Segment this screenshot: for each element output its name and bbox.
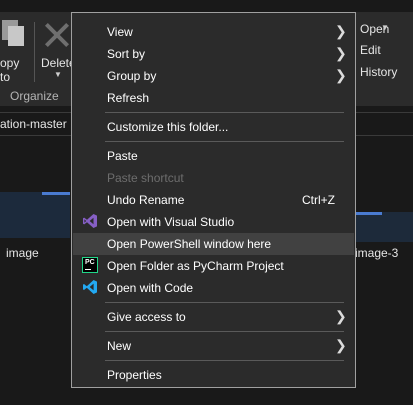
address-path: ation-master [0,117,67,131]
menu-item-label: Group by [107,69,157,83]
menu-item-paste-shortcut: Paste shortcut [73,167,354,189]
copy-to-icon[interactable] [0,20,24,48]
menu-item-view[interactable]: View ❯ [73,21,354,43]
menu-item-label: Open Folder as PyCharm Project [107,259,284,273]
menu-item-group-by[interactable]: Group by ❯ [73,65,354,87]
file-label[interactable]: image-3 [355,246,398,260]
chevron-down-icon[interactable]: ▼ [381,23,389,32]
menu-item-label: Open with Visual Studio [107,215,235,229]
chevron-down-icon[interactable]: ▼ [54,70,62,79]
context-menu: View ❯ Sort by ❯ Group by ❯ Refresh Cust… [71,12,356,388]
menu-item-label: New [107,339,132,353]
keyboard-shortcut: Ctrl+Z [302,193,335,207]
chevron-right-icon: ❯ [335,23,347,39]
menu-item-label: Sort by [107,47,146,61]
menu-item-open-visual-studio[interactable]: Open with Visual Studio [73,211,354,233]
menu-item-label: Paste shortcut [107,171,184,185]
file-label[interactable]: image [6,246,39,260]
menu-item-undo-rename[interactable]: Undo Rename Ctrl+Z [73,189,354,211]
menu-item-paste[interactable]: Paste [73,145,354,167]
menu-item-label: Undo Rename [107,193,185,207]
menu-separator [105,112,344,113]
menu-item-label: Paste [107,149,138,163]
organize-group-label: Organize [10,89,59,103]
ribbon-tab-strip [0,0,413,12]
history-button[interactable]: History [360,65,397,79]
menu-item-label: Customize this folder... [107,120,229,134]
menu-item-label: Properties [107,368,162,382]
file-thumbnail[interactable] [352,212,413,242]
menu-item-label: Open PowerShell window here [107,237,272,251]
menu-separator [105,331,344,332]
ribbon-divider [34,22,35,82]
menu-separator [105,360,344,361]
menu-item-refresh[interactable]: Refresh [73,87,354,109]
chevron-right-icon: ❯ [335,45,347,61]
chevron-right-icon: ❯ [335,308,347,324]
delete-icon[interactable] [44,22,70,48]
menu-separator [105,141,344,142]
menu-item-properties[interactable]: Properties [73,364,354,386]
menu-item-open-pycharm[interactable]: PC Open Folder as PyCharm Project [73,255,354,277]
menu-item-customize-folder[interactable]: Customize this folder... [73,116,354,138]
menu-item-open-vscode[interactable]: Open with Code [73,277,354,299]
visual-studio-icon [83,214,97,228]
menu-item-label: Open with Code [107,281,194,295]
menu-item-open-powershell[interactable]: Open PowerShell window here [73,233,354,255]
copy-to-button[interactable]: opy to [0,56,19,84]
menu-item-give-access[interactable]: Give access to ❯ [73,306,354,328]
file-thumbnail[interactable] [0,192,70,238]
edit-button[interactable]: Edit [360,43,381,57]
menu-item-label: Give access to [107,310,186,324]
vscode-icon [83,280,97,294]
menu-item-new[interactable]: New ❯ [73,335,354,357]
pycharm-icon: PC [82,257,98,273]
copy-to-label-line2: to [0,70,11,84]
pycharm-icon-text: PC [85,259,95,266]
copy-to-label: opy [0,56,20,70]
chevron-right-icon: ❯ [335,67,347,83]
menu-separator [105,302,344,303]
menu-item-label: View [107,25,133,39]
menu-item-label: Refresh [107,91,150,105]
chevron-right-icon: ❯ [335,337,347,353]
menu-item-sort-by[interactable]: Sort by ❯ [73,43,354,65]
